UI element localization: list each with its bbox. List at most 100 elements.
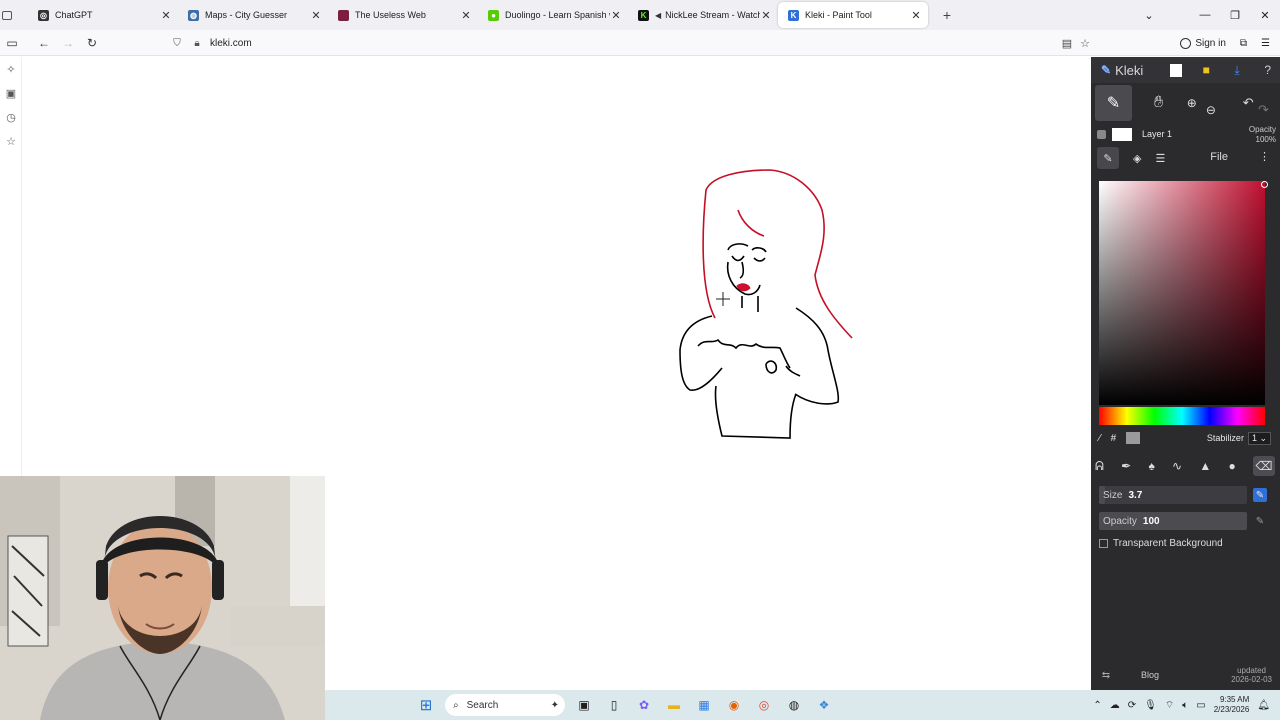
swap-side-icon[interactable]: ⇆: [1091, 670, 1121, 681]
back-button[interactable]: ←: [32, 36, 56, 50]
hand-tool-icon[interactable]: ✋︎: [1142, 94, 1175, 112]
cloud-icon[interactable]: ☁: [1110, 700, 1120, 711]
blog-link[interactable]: Blog: [1141, 670, 1159, 680]
clock[interactable]: 9:35 AM 2/23/2026: [1214, 695, 1250, 715]
task-view-icon[interactable]: ▣: [573, 694, 595, 716]
chemy-brush-icon[interactable]: ●: [1228, 459, 1235, 473]
file-icon[interactable]: ▯: [603, 694, 625, 716]
zoom-out-icon[interactable]: ⊖: [1194, 103, 1227, 117]
browser-tab-strip: ◎ ChatGPT ✕ ◍ Maps - City Guesser ✕ The …: [0, 0, 1280, 30]
edit-size-icon[interactable]: ✎: [1253, 488, 1267, 502]
store-icon[interactable]: ▦: [693, 694, 715, 716]
stabilizer-select[interactable]: 1 ⌄: [1247, 431, 1271, 445]
firefox-icon[interactable]: ◉: [723, 694, 745, 716]
close-tab-icon[interactable]: ✕: [910, 9, 922, 22]
brush-tool-icon[interactable]: ✎: [1095, 85, 1132, 121]
new-image-icon[interactable]: [1163, 57, 1188, 83]
sync-icon[interactable]: ⟳: [1128, 700, 1136, 711]
file-explorer-icon[interactable]: ▬: [663, 694, 685, 716]
lock-icon[interactable]: 🔒︎: [190, 38, 204, 49]
kleki-footer: ⇆ Blog updated 2026-02-03: [1091, 660, 1280, 690]
sidebar-toggle-icon[interactable]: ▭: [0, 36, 24, 50]
sign-in-button[interactable]: Sign in: [1180, 37, 1226, 49]
sign-in-label: Sign in: [1195, 37, 1226, 49]
globe-icon: ◍: [188, 9, 199, 21]
forward-button[interactable]: →: [56, 36, 80, 50]
synced-tabs-icon[interactable]: ▣: [0, 81, 22, 105]
menu-icon[interactable]: ☰: [1261, 38, 1270, 49]
hex-input-icon[interactable]: #: [1111, 433, 1117, 444]
redo-icon[interactable]: ↷: [1247, 102, 1280, 118]
tab-maps[interactable]: ◍ Maps - City Guesser ✕: [178, 2, 328, 28]
pixel-brush-icon[interactable]: ▲: [1199, 459, 1211, 473]
download-icon[interactable]: ⤓: [1225, 57, 1250, 83]
battery-icon[interactable]: ▭: [1196, 700, 1205, 711]
shield-icon[interactable]: ⛉: [170, 38, 184, 49]
transparent-background-toggle[interactable]: Transparent Background: [1099, 538, 1223, 549]
app-icon[interactable]: ❖: [813, 694, 835, 716]
pen-brush-icon[interactable]: ✒: [1121, 459, 1131, 473]
copilot-icon[interactable]: ✿: [633, 694, 655, 716]
close-window-icon[interactable]: ✕: [1250, 9, 1280, 22]
restore-icon[interactable]: ❐: [1220, 9, 1250, 22]
minimize-icon[interactable]: —: [1190, 9, 1220, 21]
taskbar-search[interactable]: ⌕ Search ✦: [445, 694, 565, 716]
tab-layers-icon[interactable]: ◈: [1133, 152, 1141, 165]
close-tab-icon[interactable]: ✕: [760, 9, 772, 22]
url-text[interactable]: kleki.com: [210, 38, 252, 49]
close-tab-icon[interactable]: ✕: [460, 9, 472, 22]
size-slider[interactable]: Size 3.7: [1099, 486, 1247, 504]
help-icon[interactable]: ?: [1255, 57, 1280, 83]
obs-icon[interactable]: ◍: [783, 694, 805, 716]
ai-chatbot-icon[interactable]: ✧: [0, 57, 22, 81]
windows-start-icon[interactable]: ⊞: [415, 694, 437, 716]
tab-list-menu-icon[interactable]: [0, 0, 14, 30]
kleki-panel: ✎ Kleki ■ ⤓ ? ✎ ✋︎ ⊕ ⊖ ↶ ↷ Layer 1 Opacit…: [1091, 57, 1280, 690]
hair-stroke: [702, 169, 853, 339]
chrome-icon[interactable]: ◎: [753, 694, 775, 716]
tab-adjust-icon[interactable]: ☰: [1155, 152, 1165, 165]
color-saturation-picker[interactable]: [1099, 181, 1268, 405]
layer-row[interactable]: Layer 1 Opacity 100%: [1091, 123, 1280, 145]
tab-kick[interactable]: K ◀ NickLee Stream - Watch Li ✕: [628, 2, 778, 28]
eraser-brush-icon[interactable]: ⌫: [1252, 456, 1275, 476]
open-folder-icon[interactable]: ■: [1194, 57, 1219, 83]
tab-useless-web[interactable]: The Useless Web ✕: [328, 2, 478, 28]
notification-bell-icon[interactable]: 🔔︎: [1257, 700, 1270, 711]
tab-overflow-icon[interactable]: ⌄: [1134, 9, 1164, 22]
reader-view-icon[interactable]: ▤: [1062, 37, 1072, 50]
tab-duolingo[interactable]: ● Duolingo - Learn Spanish with I ✕: [478, 2, 628, 28]
eyedropper-icon[interactable]: ⁄: [1099, 433, 1101, 444]
edit-opacity-icon[interactable]: ✎: [1253, 514, 1267, 528]
secondary-color-swatch[interactable]: [1126, 432, 1141, 444]
history-icon[interactable]: ◷: [0, 105, 22, 129]
volume-icon[interactable]: 🔈︎: [1182, 700, 1188, 711]
bookmarks-icon[interactable]: ☆: [0, 129, 22, 153]
extensions-icon[interactable]: ⧉: [1240, 38, 1247, 49]
close-tab-icon[interactable]: ✕: [310, 9, 322, 22]
reload-button[interactable]: ↻: [80, 36, 104, 50]
color-picker-knob[interactable]: [1261, 181, 1268, 188]
tab-file[interactable]: File: [1210, 151, 1228, 163]
close-tab-icon[interactable]: ✕: [160, 9, 172, 22]
more-options-icon[interactable]: ⋮: [1259, 150, 1270, 163]
tab-chatgpt[interactable]: ◎ ChatGPT ✕: [28, 2, 178, 28]
kleki-header: ✎ Kleki ■ ⤓ ?: [1091, 57, 1280, 83]
close-tab-icon[interactable]: ✕: [610, 9, 622, 22]
wifi-icon[interactable]: ⌔: [1165, 699, 1174, 712]
address-bar[interactable]: ⛉ 🔒︎ kleki.com ▤ ☆: [170, 33, 1090, 53]
tab-kleki[interactable]: K Kleki - Paint Tool ✕: [778, 2, 928, 28]
sketchy-brush-icon[interactable]: ∿: [1172, 459, 1182, 473]
mic-icon[interactable]: 🎙︎: [1144, 700, 1157, 711]
tab-brush-icon[interactable]: ✎: [1097, 147, 1119, 169]
tray-overflow-icon[interactable]: ⌃: [1093, 700, 1101, 711]
new-tab-button[interactable]: +: [934, 7, 960, 23]
lasso-brush-icon[interactable]: ᕱ: [1095, 459, 1104, 474]
hue-slider[interactable]: [1099, 407, 1265, 425]
transparent-background-checkbox[interactable]: [1099, 539, 1108, 548]
opacity-slider[interactable]: Opacity 100: [1099, 512, 1247, 530]
bookmark-star-icon[interactable]: ☆: [1080, 37, 1090, 50]
blend-brush-icon[interactable]: ♠: [1148, 459, 1154, 473]
speaker-icon[interactable]: ◀: [655, 11, 661, 20]
layer-visibility-checkbox[interactable]: [1097, 129, 1106, 139]
